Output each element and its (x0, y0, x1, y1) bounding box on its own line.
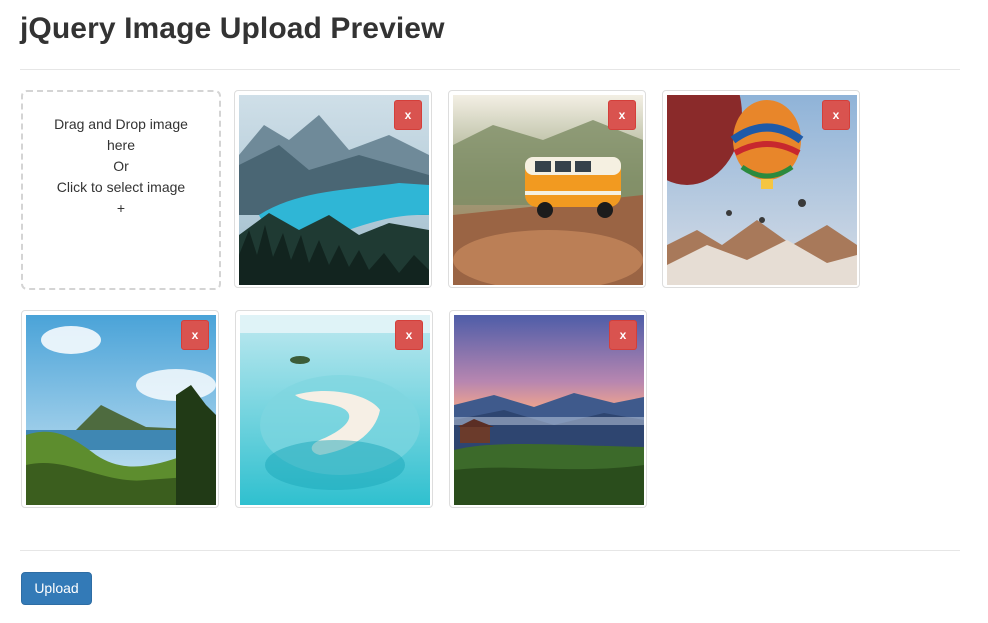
remove-image-button[interactable]: x (609, 320, 637, 350)
remove-image-button[interactable]: x (394, 100, 422, 130)
remove-image-button[interactable]: x (608, 100, 636, 130)
page-title: jQuery Image Upload Preview (20, 12, 445, 45)
image-preview-sunset: x (449, 310, 647, 508)
image-preview-coast: x (21, 310, 219, 508)
image-preview-balloon: x (662, 90, 860, 288)
dropzone-line-4: Click to select image (56, 179, 186, 195)
image-preview-lake: x (234, 90, 432, 288)
footer-divider (20, 550, 960, 551)
dropzone-line-3: Or (113, 158, 129, 174)
image-preview-sandbar: x (235, 310, 433, 508)
image-preview-van: x (448, 90, 646, 288)
upload-button[interactable]: Upload (21, 572, 92, 605)
add-icon: + (116, 200, 126, 216)
dropzone-line-1: Drag and Drop image (54, 116, 188, 132)
dropzone[interactable]: Drag and Drop image here Or Click to sel… (21, 90, 221, 290)
remove-image-button[interactable]: x (395, 320, 423, 350)
remove-image-button[interactable]: x (822, 100, 850, 130)
header-divider (20, 69, 960, 70)
dropzone-line-2: here (106, 137, 136, 153)
remove-image-button[interactable]: x (181, 320, 209, 350)
